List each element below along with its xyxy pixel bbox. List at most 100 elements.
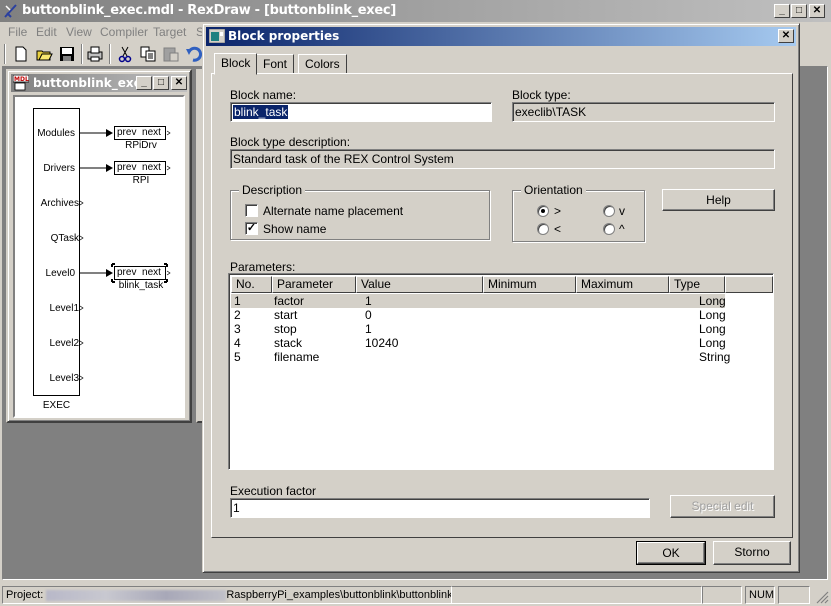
param-name: stop (274, 322, 297, 336)
dialog-title-bar[interactable]: Block properties (206, 27, 796, 46)
save-icon[interactable] (58, 45, 76, 63)
copy-icon[interactable] (139, 45, 157, 63)
param-no: 3 (234, 322, 241, 336)
port-next: next (142, 162, 161, 173)
undo-icon[interactable] (185, 45, 203, 63)
task-block-name: RPiDrv (125, 140, 157, 151)
param-no: 5 (234, 350, 241, 364)
param-type: Long (699, 308, 726, 322)
column-header-no[interactable]: No. (231, 276, 272, 293)
orientation-left-radio[interactable] (537, 223, 549, 235)
wire-arrow (106, 129, 113, 137)
tab-font[interactable]: Font (256, 54, 295, 74)
menu-edit[interactable]: Edit (36, 25, 57, 39)
print-icon[interactable] (86, 45, 104, 63)
task-block-name: blink_task (118, 280, 164, 291)
resize-grip-icon[interactable] (815, 590, 829, 604)
app-title-bar[interactable]: buttonblink_exec.mdl - RexDraw - [button… (0, 0, 831, 22)
paste-icon[interactable] (162, 45, 180, 63)
diagram-window-title: buttonblink_exec (33, 76, 149, 90)
status-num-indicator: NUM (745, 586, 775, 604)
menu-compiler[interactable]: Compiler (100, 25, 148, 39)
param-type: Long (699, 336, 726, 350)
minimize-button[interactable]: _ (774, 4, 790, 18)
param-name: start (274, 308, 298, 322)
column-header-filler (725, 276, 773, 293)
ok-button[interactable]: OK (636, 541, 706, 565)
parameter-row[interactable]: 1 factor 1 Long (231, 294, 726, 308)
orientation-left-label[interactable]: < (554, 222, 561, 236)
task-block-blink-task[interactable]: prev next (114, 266, 166, 280)
next-port-markers (166, 130, 171, 276)
alternate-name-checkbox[interactable] (245, 204, 258, 217)
show-name-label[interactable]: Show name (263, 222, 326, 236)
param-no: 4 (234, 336, 241, 350)
task-block-rpidrv[interactable]: prev next (114, 126, 166, 140)
param-value: 0 (365, 308, 372, 322)
orientation-down-label[interactable]: v (619, 204, 625, 218)
column-header-maximum[interactable]: Maximum (576, 276, 669, 293)
block-type-description-label: Block type description: (230, 135, 351, 149)
param-name: factor (274, 294, 305, 308)
dialog-close-button[interactable]: ✕ (778, 29, 794, 43)
show-name-checkbox[interactable]: ✓ (245, 222, 258, 235)
column-header-value[interactable]: Value (356, 276, 483, 293)
dialog-title: Block properties (228, 29, 340, 43)
diagram-canvas[interactable]: Modules Drivers Archives QTask Level0 Le… (13, 95, 185, 418)
orientation-up-radio[interactable] (603, 223, 615, 235)
task-block-rpi[interactable]: prev next (114, 161, 166, 175)
tab-colors[interactable]: Colors (298, 54, 347, 74)
execution-factor-input[interactable]: 1 (230, 498, 650, 518)
execution-factor-label: Execution factor (230, 484, 317, 498)
wire-arrow (106, 269, 113, 277)
param-type: Long (699, 322, 726, 336)
menu-file[interactable]: File (8, 25, 27, 39)
menu-view[interactable]: View (66, 25, 92, 39)
maximize-button[interactable]: □ (791, 4, 807, 18)
task-block-name: RPI (132, 175, 150, 186)
close-button[interactable]: ✕ (809, 4, 825, 18)
menu-target[interactable]: Target (153, 25, 186, 39)
param-value: 1 (365, 322, 372, 336)
parameters-label: Parameters: (230, 260, 296, 274)
port-next: next (142, 267, 161, 278)
rexdraw-app-icon[interactable] (3, 3, 19, 19)
redacted-path (46, 589, 227, 601)
parameter-row[interactable]: 3 stop 1 Long (231, 322, 726, 336)
block-type-description-field: Standard task of the REX Control System (230, 149, 775, 169)
new-file-icon[interactable] (12, 45, 30, 63)
mdl-file-icon: MDL (13, 75, 29, 91)
child-maximize-button[interactable]: □ (153, 76, 169, 90)
parameters-list[interactable]: No. Parameter Value Minimum Maximum Type… (228, 273, 774, 470)
orientation-down-radio[interactable] (603, 205, 615, 217)
param-value: 1 (365, 294, 372, 308)
orientation-right-label[interactable]: > (554, 204, 561, 218)
parameter-row[interactable]: 2 start 0 Long (231, 308, 726, 322)
tab-block[interactable]: Block (214, 53, 258, 75)
column-header-minimum[interactable]: Minimum (483, 276, 576, 293)
column-header-type[interactable]: Type (669, 276, 725, 293)
orientation-up-label[interactable]: ^ (619, 222, 625, 236)
orientation-right-radio[interactable] (537, 205, 549, 217)
child-close-button[interactable]: ✕ (171, 76, 187, 90)
child-minimize-button[interactable]: _ (136, 76, 152, 90)
status-pane-empty (702, 586, 742, 604)
block-name-input[interactable]: blink_task (230, 102, 492, 122)
parameter-row[interactable]: 5 filename String (231, 350, 730, 364)
status-pane-scroll (778, 586, 810, 604)
alternate-name-label[interactable]: Alternate name placement (263, 204, 403, 218)
block-type-field: execlib\TASK (512, 102, 775, 122)
cut-icon[interactable] (116, 45, 134, 63)
cancel-button[interactable]: Storno (713, 541, 791, 565)
toolbar-grip (4, 44, 6, 64)
special-edit-button[interactable]: Special edit (670, 495, 775, 518)
app-title: buttonblink_exec.mdl - RexDraw - [button… (22, 3, 396, 18)
open-folder-icon[interactable] (35, 45, 53, 63)
help-button[interactable]: Help (662, 189, 775, 211)
port-prev: prev (117, 127, 137, 138)
column-header-parameter[interactable]: Parameter (272, 276, 356, 293)
parameter-row[interactable]: 4 stack 10240 Long (231, 336, 726, 350)
param-no: 2 (234, 308, 241, 322)
svg-text:MDL: MDL (14, 76, 29, 83)
toolbar-separator (81, 44, 83, 64)
